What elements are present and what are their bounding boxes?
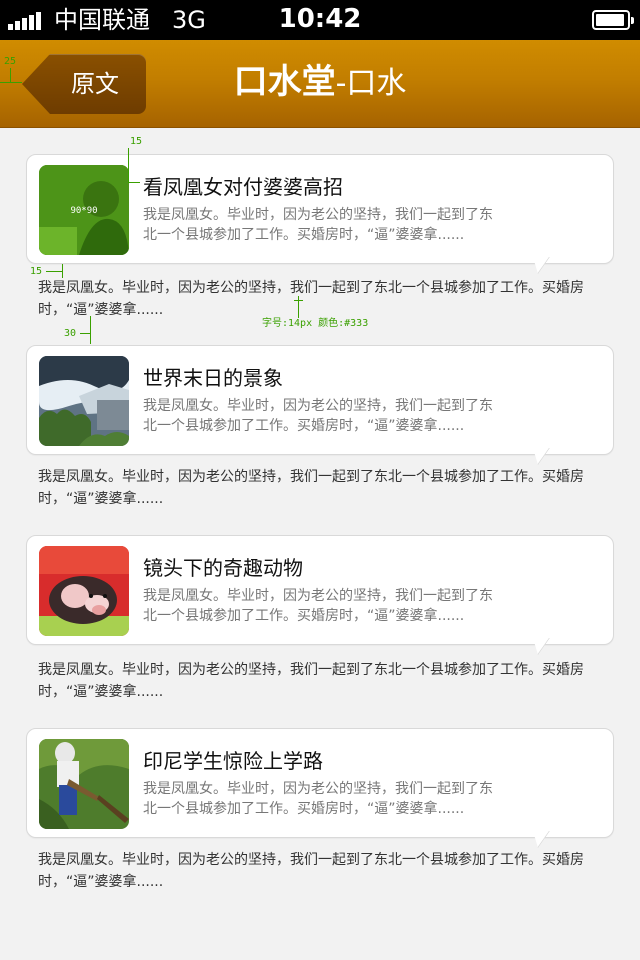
annotation-line — [128, 148, 129, 182]
annotation-line — [90, 316, 91, 344]
article-excerpt: 我是凤凰女。毕业时，因为老公的坚持，我们一起到了东北一个县城参加了工作。买婚房时… — [143, 207, 493, 243]
annotation-line — [80, 333, 90, 334]
thumbnail-placeholder: 90*90 — [39, 165, 129, 255]
annotation-item-gap: 30 — [64, 328, 77, 339]
article-excerpt: 我是凤凰女。毕业时，因为老公的坚持，我们一起到了东北一个县城参加了工作。买婚房时… — [143, 398, 493, 434]
status-time: 10:42 — [278, 4, 362, 34]
title-brand: 口水堂 — [233, 62, 336, 102]
page-title: 口水堂-口水 — [0, 62, 640, 104]
annotation-comment-gap: 15 — [30, 266, 43, 277]
article-card[interactable]: 90*90 看凤凰女对付婆婆高招 我是凤凰女。毕业时，因为老公的坚持，我们一起到… — [26, 154, 614, 264]
nav-bar: 原文 口水堂-口水 — [0, 40, 640, 128]
comment-text: 我是凤凰女。毕业时，因为老公的坚持，我们一起到了东北一个县城参加了工作。买婚房时… — [38, 280, 584, 318]
comment-text: 我是凤凰女。毕业时，因为老公的坚持，我们一起到了东北一个县城参加了工作。买婚房时… — [38, 469, 584, 507]
pig-photo-icon — [39, 546, 129, 636]
article-title[interactable]: 世界末日的景象 — [143, 366, 283, 390]
article-card[interactable]: 世界末日的景象 我是凤凰女。毕业时，因为老公的坚持，我们一起到了东北一个县城参加… — [26, 345, 614, 455]
title-suffix: -口水 — [335, 66, 407, 101]
storm-photo-icon — [39, 356, 129, 446]
battery-icon — [592, 10, 634, 30]
article-title[interactable]: 镜头下的奇趣动物 — [143, 556, 303, 580]
annotation-font-note: 字号:14px 颜色:#333 — [262, 318, 369, 329]
thumb-size-label: 90*90 — [70, 206, 97, 216]
annotation-line — [0, 82, 22, 83]
status-bar: 中国联通 3G 10:42 — [0, 0, 640, 40]
annotation-title-gap: 15 — [130, 136, 143, 147]
comment-text: 我是凤凰女。毕业时，因为老公的坚持，我们一起到了东北一个县城参加了工作。买婚房时… — [38, 852, 584, 890]
article-excerpt: 我是凤凰女。毕业时，因为老公的坚持，我们一起到了东北一个县城参加了工作。买婚房时… — [143, 588, 493, 624]
annotation-line — [46, 271, 62, 272]
annotation-line — [128, 182, 140, 183]
annotation-line — [62, 264, 63, 278]
article-title[interactable]: 看凤凰女对付婆婆高招 — [143, 175, 343, 199]
article-card[interactable]: 镜头下的奇趣动物 我是凤凰女。毕业时，因为老公的坚持，我们一起到了东北一个县城参… — [26, 535, 614, 645]
annotation-line — [10, 68, 11, 82]
comment-text: 我是凤凰女。毕业时，因为老公的坚持，我们一起到了东北一个县城参加了工作。买婚房时… — [38, 662, 584, 700]
article-excerpt: 我是凤凰女。毕业时，因为老公的坚持，我们一起到了东北一个县城参加了工作。买婚房时… — [143, 781, 493, 817]
annotation-line — [294, 300, 303, 301]
student-photo-icon — [39, 739, 129, 829]
article-card[interactable]: 印尼学生惊险上学路 我是凤凰女。毕业时，因为老公的坚持，我们一起到了东北一个县城… — [26, 728, 614, 838]
article-title[interactable]: 印尼学生惊险上学路 — [143, 749, 323, 773]
annotation-left-margin: 25 — [4, 56, 17, 67]
